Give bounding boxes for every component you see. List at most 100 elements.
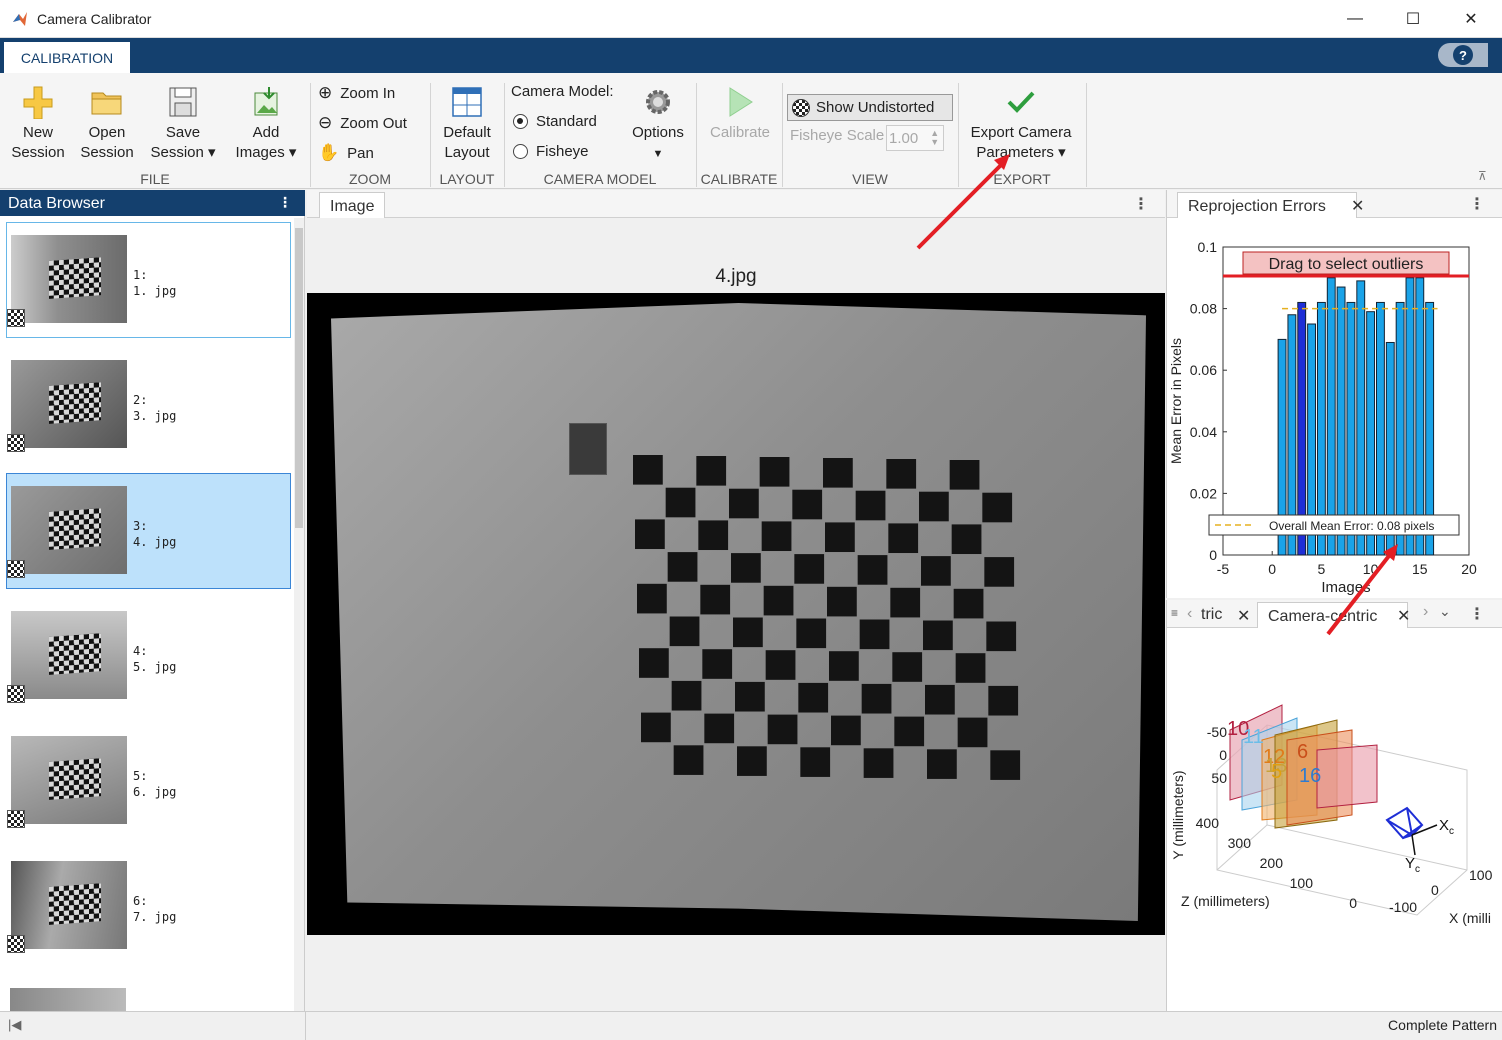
collapse-browser-icon[interactable]: |◀ [8,1017,21,1033]
checker-square [759,457,790,487]
camera-centric-3d-plot[interactable]: Y (millimeters) -50 0 50 400 300 200 100… [1167,630,1502,1010]
tab-reprojection-errors[interactable]: Reprojection Errors [1177,192,1357,218]
reprojection-menu-icon[interactable]: ⋮ [1469,194,1485,214]
pan-label: Pan [347,144,374,162]
list-item[interactable]: 4: 5. jpg [6,598,291,714]
error-bar[interactable] [1326,277,1336,556]
reprojection-panel-header: Reprojection Errors ✕ ⋮ [1167,190,1502,218]
hand-icon: ✋ [318,143,340,162]
checker-square [831,715,861,746]
checker-square [894,716,925,747]
list-item-label: 5: 6. jpg [133,769,177,799]
collapse-ribbon-icon[interactable]: ⊼ [1478,169,1487,183]
tab-image[interactable]: Image [319,192,386,218]
x-tick-label: 15 [1412,561,1428,577]
checker-square [696,456,727,486]
reprojection-chart[interactable]: 0.10.080.060.040.020-5 0 5 10 15 20Drag to se… [1167,220,1502,598]
fisheye-scale-label: Fisheye Scale [790,127,885,144]
scrollbar-thumb[interactable] [295,228,303,528]
zoom-in-icon: ⊕ [318,83,333,102]
data-browser-scrollbar[interactable] [294,218,304,1011]
error-bar[interactable] [1415,277,1425,556]
checker-square [702,649,733,679]
close-tab-icon[interactable]: ✕ [1397,606,1410,626]
list-item[interactable]: 6: 7. jpg [6,848,291,964]
zoom-out-label: Zoom Out [340,114,407,132]
radio-selected-icon [513,114,528,129]
minimize-button[interactable]: — [1326,0,1384,38]
panel-grip-icon: ≡ [1171,606,1179,620]
x-tick: -100 [1389,899,1417,915]
data-browser-menu-icon[interactable]: ⋮ [278,194,292,211]
checkerboard-thumbnail [49,382,101,424]
list-item[interactable]: 1: 1. jpg [6,222,291,338]
list-item-label: 2: 3. jpg [133,393,177,423]
legend-label: Overall Mean Error: 0.08 pixels [1269,519,1434,533]
checker-square [951,524,982,555]
checkerboard-thumbnail [49,633,101,675]
fisheye-scale-input[interactable]: 1.00 ▲ ▼ [886,125,944,151]
camera-centric-tab-label: Camera-centric [1268,608,1378,625]
add-images-label-2: Images ▾ [235,144,297,161]
checker-square [737,746,767,776]
open-session-button[interactable]: Open Session [76,85,138,163]
checker-square [698,520,729,551]
checker-square [988,685,1019,716]
pan-button[interactable]: ✋ Pan [318,143,374,163]
pattern-detected-icon [7,685,25,703]
tab-calibration[interactable]: CALIBRATION [4,42,130,73]
error-bar[interactable] [1405,277,1415,556]
fisheye-radio[interactable]: Fisheye [513,143,589,160]
export-label-1: Export Camera [970,124,1072,141]
default-layout-label-1: Default [443,124,491,141]
zoom-out-button[interactable]: ⊖ Zoom Out [318,113,407,133]
export-camera-parameters-button[interactable]: Export Camera Parameters ▾ [962,85,1080,163]
image-title: 4.jpg [715,266,757,287]
title-bar: Camera Calibrator — ☐ ✕ [0,0,1502,38]
scroll-tabs-right-icon[interactable]: › [1423,603,1428,621]
reprojection-tab-label: Reprojection Errors [1188,198,1326,215]
x-tick-label: 20 [1461,561,1477,577]
checker-square [957,717,988,748]
list-item[interactable]: 5: 6. jpg [6,723,291,839]
thumbnail-image [11,861,127,949]
x-axis-label: Images [1321,579,1370,596]
help-button[interactable]: ? [1438,43,1488,67]
list-item[interactable]: 3: 4. jpg [6,473,291,589]
zoom-in-button[interactable]: ⊕ Zoom In [318,83,395,103]
y-axis-label: Y (millimeters) [1170,770,1186,859]
standard-radio[interactable]: Standard [513,113,597,130]
list-item[interactable]: 2: 3. jpg [6,347,291,463]
camera-panel-menu-icon[interactable]: ⋮ [1469,604,1485,624]
save-session-button[interactable]: Save Session ▾ [144,85,222,163]
add-images-button[interactable]: Add Images ▾ [228,85,304,163]
default-layout-button[interactable]: Default Layout [436,85,498,163]
spinner-icon: ▲ ▼ [930,128,940,147]
calibrate-button[interactable]: Calibrate [702,85,778,143]
checker-square [735,681,765,712]
close-window-button[interactable]: ✕ [1442,0,1500,38]
options-button[interactable]: Options ▼ [626,85,690,164]
save-disk-icon [169,87,197,117]
chevron-down-icon: ▼ [652,148,664,160]
show-undistorted-toggle[interactable]: Show Undistorted [787,94,953,121]
chevron-down-icon[interactable]: ⌄ [1439,603,1451,620]
tab-camera-centric[interactable]: Camera-centric [1257,602,1409,628]
maximize-button[interactable]: ☐ [1384,0,1442,38]
window-title: Camera Calibrator [37,11,152,27]
thumbnail-image [11,486,127,574]
pattern-detected-icon [7,309,25,327]
error-bar[interactable] [1356,280,1366,556]
checker-square [984,557,1015,587]
checker-square [823,458,853,488]
checker-square [637,583,667,614]
new-session-button[interactable]: New Session [8,85,68,163]
image-panel-menu-icon[interactable]: ⋮ [1133,194,1149,214]
checker-square [673,745,704,775]
scroll-tabs-left-icon[interactable]: ‹ [1187,605,1192,623]
close-tab-icon[interactable]: ✕ [1237,606,1250,626]
y-tick: -50 [1207,724,1227,740]
checker-square [919,491,949,522]
close-tab-icon[interactable]: ✕ [1351,196,1364,216]
tab-extrinsics-truncated[interactable]: tric [1201,606,1222,624]
